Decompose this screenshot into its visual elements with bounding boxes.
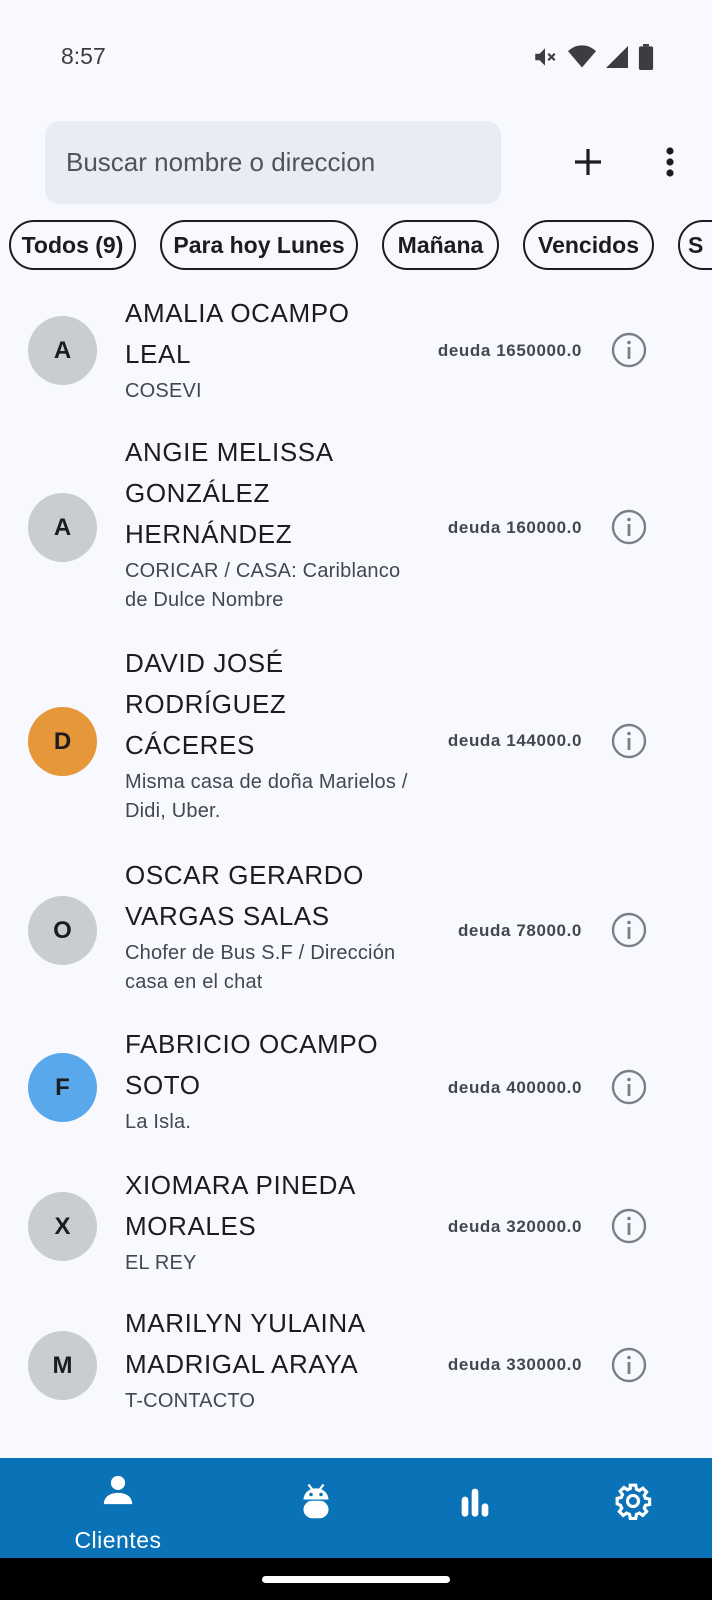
- client-address: T-CONTACTO: [125, 1390, 256, 1412]
- client-debt: deuda 160000.0: [447, 518, 582, 537]
- client-debt: deuda 78000.0: [457, 921, 582, 940]
- info-icon: [611, 1069, 647, 1105]
- client-text: OSCAR GERARDO VARGAS SALAS Chofer de Bus…: [125, 855, 415, 997]
- client-row[interactable]: O OSCAR GERARDO VARGAS SALAS Chofer de B…: [0, 846, 712, 1019]
- client-text: ANGIE MELISSA GONZÁLEZ HERNÁNDEZ CORICAR…: [125, 432, 415, 615]
- client-row[interactable]: F FABRICIO OCAMPO SOTO La Isla. deuda 40…: [0, 1019, 712, 1157]
- client-address: La Isla.: [125, 1111, 192, 1133]
- bar-chart-icon: [459, 1486, 491, 1523]
- android-icon: [301, 1482, 331, 1527]
- nav-android[interactable]: [256, 1458, 376, 1558]
- nav-label: Clientes: [74, 1527, 162, 1553]
- avatar: M: [28, 1331, 97, 1400]
- info-button[interactable]: [610, 1207, 648, 1245]
- avatar: A: [28, 316, 97, 385]
- avatar: D: [28, 707, 97, 776]
- signal-icon: [606, 46, 628, 68]
- client-text: XIOMARA PINEDA MORALES EL REY: [125, 1165, 415, 1278]
- status-icons: [532, 44, 654, 70]
- client-address: Chofer de Bus S.F / Dirección casa en el…: [125, 942, 396, 993]
- client-row[interactable]: M MARILYN YULAINA MADRIGAL ARAYA T-CONTA…: [0, 1295, 712, 1445]
- client-debt: deuda 1650000.0: [437, 341, 582, 360]
- client-address: COSEVI: [125, 380, 202, 402]
- chip-vencidos[interactable]: Vencidos: [523, 220, 654, 270]
- client-name: OSCAR GERARDO VARGAS SALAS: [125, 860, 364, 931]
- client-text: FABRICIO OCAMPO SOTO La Isla.: [125, 1024, 415, 1137]
- info-icon: [611, 912, 647, 948]
- more-options-button[interactable]: [646, 138, 694, 186]
- chip-partial[interactable]: S: [678, 220, 712, 270]
- client-row[interactable]: A ANGIE MELISSA GONZÁLEZ HERNÁNDEZ CORIC…: [0, 424, 712, 635]
- client-row[interactable]: A AMALIA OCAMPO LEAL COSEVI deuda 165000…: [0, 280, 712, 424]
- info-icon: [611, 332, 647, 368]
- info-icon: [611, 509, 647, 545]
- client-address: EL REY: [125, 1252, 197, 1274]
- client-name: DAVID JOSÉ RODRÍGUEZ CÁCERES: [125, 648, 287, 760]
- info-icon: [611, 723, 647, 759]
- client-name: MARILYN YULAINA MADRIGAL ARAYA: [125, 1308, 365, 1379]
- client-debt: deuda 320000.0: [447, 1217, 582, 1236]
- client-text: AMALIA OCAMPO LEAL COSEVI: [125, 293, 415, 406]
- avatar: X: [28, 1192, 97, 1261]
- chip-todos[interactable]: Todos (9): [9, 220, 136, 270]
- filter-chips: Todos (9) Para hoy Lunes Mañana Vencidos S: [9, 220, 712, 272]
- client-name: AMALIA OCAMPO LEAL: [125, 298, 350, 369]
- status-time: 8:57: [61, 43, 106, 69]
- client-debt: deuda 144000.0: [447, 731, 582, 750]
- client-debt: deuda 330000.0: [447, 1355, 582, 1374]
- bottom-navigation: Clientes: [0, 1458, 712, 1558]
- plus-icon: [575, 149, 601, 175]
- mute-icon: [532, 44, 558, 70]
- chip-para-hoy[interactable]: Para hoy Lunes: [160, 220, 358, 270]
- info-button[interactable]: [610, 722, 648, 760]
- client-debt: deuda 400000.0: [447, 1078, 582, 1097]
- info-icon: [611, 1208, 647, 1244]
- client-text: DAVID JOSÉ RODRÍGUEZ CÁCERES Misma casa …: [125, 643, 415, 826]
- home-gesture-handle[interactable]: [262, 1576, 450, 1583]
- person-icon: [101, 1473, 135, 1512]
- info-button[interactable]: [610, 508, 648, 546]
- search-box[interactable]: [45, 121, 501, 204]
- client-name: XIOMARA PINEDA MORALES: [125, 1170, 355, 1241]
- info-button[interactable]: [610, 1346, 648, 1384]
- info-icon: [611, 1347, 647, 1383]
- client-row[interactable]: D DAVID JOSÉ RODRÍGUEZ CÁCERES Misma cas…: [0, 635, 712, 846]
- client-name: ANGIE MELISSA GONZÁLEZ HERNÁNDEZ: [125, 437, 333, 549]
- avatar: F: [28, 1053, 97, 1122]
- add-client-button[interactable]: [564, 138, 612, 186]
- nav-clientes[interactable]: Clientes: [58, 1458, 178, 1558]
- info-button[interactable]: [610, 911, 648, 949]
- battery-icon: [638, 44, 654, 70]
- system-gesture-bar: [0, 1558, 712, 1600]
- info-button[interactable]: [610, 1068, 648, 1106]
- client-address: Misma casa de doña Marielos / Didi, Uber…: [125, 771, 408, 822]
- nav-stats[interactable]: [415, 1458, 535, 1558]
- client-name: FABRICIO OCAMPO SOTO: [125, 1029, 379, 1100]
- client-address: CORICAR / CASA: Cariblanco de Dulce Nomb…: [125, 560, 401, 611]
- more-vert-icon: [666, 147, 674, 177]
- info-button[interactable]: [610, 331, 648, 369]
- settings-gear-icon: [614, 1482, 652, 1525]
- nav-settings[interactable]: [573, 1458, 693, 1558]
- client-list: A AMALIA OCAMPO LEAL COSEVI deuda 165000…: [0, 280, 712, 1445]
- avatar: O: [28, 896, 97, 965]
- wifi-icon: [568, 45, 596, 69]
- chip-manana[interactable]: Mañana: [382, 220, 499, 270]
- avatar: A: [28, 493, 97, 562]
- status-bar: 8:57: [0, 0, 712, 100]
- search-input[interactable]: [64, 146, 501, 179]
- client-text: MARILYN YULAINA MADRIGAL ARAYA T-CONTACT…: [125, 1303, 415, 1416]
- client-row[interactable]: X XIOMARA PINEDA MORALES EL REY deuda 32…: [0, 1157, 712, 1295]
